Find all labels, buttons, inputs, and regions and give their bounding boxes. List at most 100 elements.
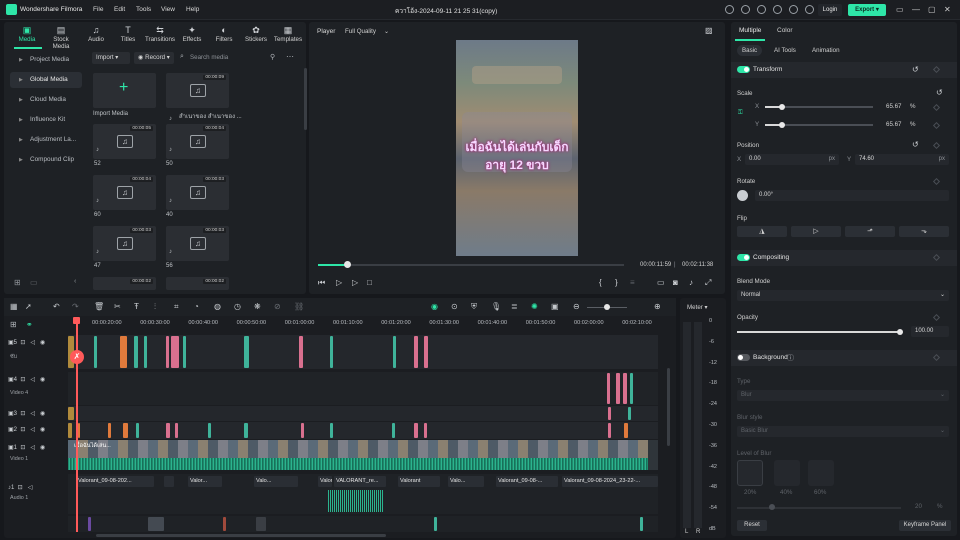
folder-icon[interactable]: ▭ (30, 278, 38, 287)
timeline-clip[interactable] (166, 336, 169, 368)
keyframe-icon[interactable] (932, 141, 941, 150)
opacity-handle[interactable] (897, 329, 903, 335)
cloud-icon[interactable] (757, 5, 766, 14)
timeline-clip[interactable] (616, 373, 620, 404)
timeline-clip[interactable] (148, 517, 164, 531)
audio-adjust-icon[interactable]: ⫶ (154, 302, 156, 312)
snapshot-icon[interactable]: ▣ (551, 302, 559, 311)
rotate-left-button[interactable]: ⬎ (899, 226, 949, 237)
magnet-icon[interactable]: ⚭ (26, 320, 33, 329)
help-icon[interactable]: ⓘ (787, 353, 794, 363)
record-button[interactable]: ◉ Record ▾ (134, 52, 174, 64)
import-media-tile[interactable]: + (93, 73, 156, 108)
media-item[interactable]: 00:00:05 ♫ (93, 124, 156, 159)
timeline-clip[interactable] (183, 336, 186, 368)
track-lane-3[interactable] (68, 406, 658, 421)
position-x-field[interactable]: 0.00 px (745, 154, 839, 165)
import-button[interactable]: Import ▾ (92, 52, 130, 64)
subtab-basic[interactable]: Basic (737, 45, 763, 56)
timeline-clip[interactable] (301, 423, 304, 438)
more-icon[interactable]: ⋯ (286, 52, 294, 61)
tab-multiple[interactable]: Multiple (739, 27, 761, 34)
zoom-in-icon[interactable]: ⊕ (654, 302, 661, 311)
login-button[interactable]: Login (818, 4, 842, 16)
blur-level-slider[interactable] (737, 507, 901, 509)
timeline-clip[interactable] (640, 517, 643, 531)
headset-icon[interactable] (789, 5, 798, 14)
tab-media[interactable]: ▣ Media (10, 24, 44, 48)
tab-stickers[interactable]: ✿ Stickers (239, 24, 273, 48)
rotate-dial[interactable] (737, 190, 748, 201)
camera-icon[interactable]: ◙ (673, 278, 678, 287)
progress-handle[interactable] (344, 261, 351, 268)
bg-type-select[interactable]: Blur ⌄ (737, 390, 949, 401)
timeline-clip[interactable] (299, 336, 303, 368)
sidebar-item-adjustment-layer[interactable]: ▶ Adjustment La... (10, 132, 82, 148)
transform-toggle[interactable] (737, 66, 750, 73)
timeline-clip[interactable] (166, 423, 170, 438)
timeline-clip[interactable] (244, 423, 248, 438)
timeline-clip[interactable] (136, 423, 139, 438)
download-icon[interactable] (773, 5, 782, 14)
menu-view[interactable]: View (161, 6, 175, 13)
audio-clip[interactable]: Valor... (188, 476, 222, 487)
reset-icon[interactable]: ↺ (936, 88, 943, 97)
keyframe-icon[interactable] (932, 65, 941, 74)
media-item[interactable]: 00:00:03 ♫ (166, 175, 229, 210)
mask-icon[interactable]: ⊘ (274, 302, 281, 311)
timeline-clip[interactable] (123, 423, 128, 438)
timeline-clip[interactable] (414, 423, 418, 438)
audio-clip[interactable]: Valorant (398, 476, 440, 487)
maximize-icon[interactable]: ▢ (928, 5, 936, 14)
flip-horizontal-button[interactable]: ◮ (737, 226, 787, 237)
blend-mode-select[interactable]: Normal ⌄ (737, 290, 949, 301)
tab-effects[interactable]: ✦ Effects (175, 24, 209, 48)
collapse-icon[interactable]: ‹ (74, 278, 76, 285)
reset-icon[interactable]: ↺ (912, 65, 919, 74)
keyframe-icon[interactable] (932, 121, 941, 130)
menu-file[interactable]: File (93, 6, 103, 13)
media-scrollbar[interactable] (304, 68, 307, 130)
keyframe-icon[interactable] (932, 253, 941, 262)
tab-templates[interactable]: ▦ Templates (271, 24, 305, 48)
timeline-clip[interactable] (68, 407, 74, 420)
blur-level-value[interactable]: 20 (915, 503, 922, 510)
menu-help[interactable]: Help (186, 6, 199, 13)
timeline-clip[interactable] (94, 336, 97, 368)
track-lane-4[interactable] (68, 372, 658, 405)
subtab-animation[interactable]: Animation (807, 45, 845, 56)
media-item[interactable]: 00:00:03 ♫ (166, 226, 229, 261)
tab-titles[interactable]: T Titles (111, 24, 145, 48)
blur-level-handle[interactable] (769, 504, 775, 510)
speed-icon[interactable]: ◷ (234, 302, 241, 311)
split-icon[interactable]: ✂ (114, 302, 121, 311)
keyframe-panel-button[interactable]: Keyframe Panel (899, 520, 951, 531)
lock-icon[interactable]: ⚿ (738, 110, 743, 117)
timeline-clip[interactable] (208, 423, 211, 438)
microphone-icon[interactable]: 🎙 (491, 302, 501, 311)
close-icon[interactable]: ✕ (944, 5, 951, 14)
timeline-clip[interactable] (68, 423, 72, 438)
timeline-clip[interactable] (623, 373, 627, 404)
tab-stock-media[interactable]: ▤ Stock Media (44, 24, 78, 50)
timeline-clip[interactable] (144, 336, 147, 368)
track-lane-2[interactable] (68, 422, 658, 439)
timeline-clip[interactable] (120, 336, 127, 368)
blur-level-40-option[interactable] (774, 460, 800, 486)
timeline-vscrollbar[interactable] (667, 368, 670, 446)
timeline-clip[interactable] (88, 517, 91, 531)
layout-icon[interactable]: ▭ (896, 5, 904, 14)
timeline-clip[interactable] (78, 423, 80, 438)
mark-out-icon[interactable]: } (615, 278, 618, 287)
crop-icon[interactable]: ⌗ (174, 302, 179, 312)
freeze-icon[interactable]: ❋ (254, 302, 261, 311)
volume-icon[interactable]: ♪ (689, 278, 693, 287)
undo-icon[interactable]: ↶ (53, 302, 60, 311)
media-item[interactable]: 00:00:04 ♫ (166, 124, 229, 159)
rotate-right-button[interactable]: ⬏ (845, 226, 895, 237)
media-item[interactable]: 00:00:03 ♫ (93, 226, 156, 261)
export-button[interactable]: Export ▾ (848, 4, 886, 16)
sidebar-item-compound-clip[interactable]: ▶ Compound Clip (10, 152, 82, 168)
keyframe-icon[interactable] (932, 353, 941, 362)
list-icon[interactable]: ≡ (630, 278, 635, 287)
